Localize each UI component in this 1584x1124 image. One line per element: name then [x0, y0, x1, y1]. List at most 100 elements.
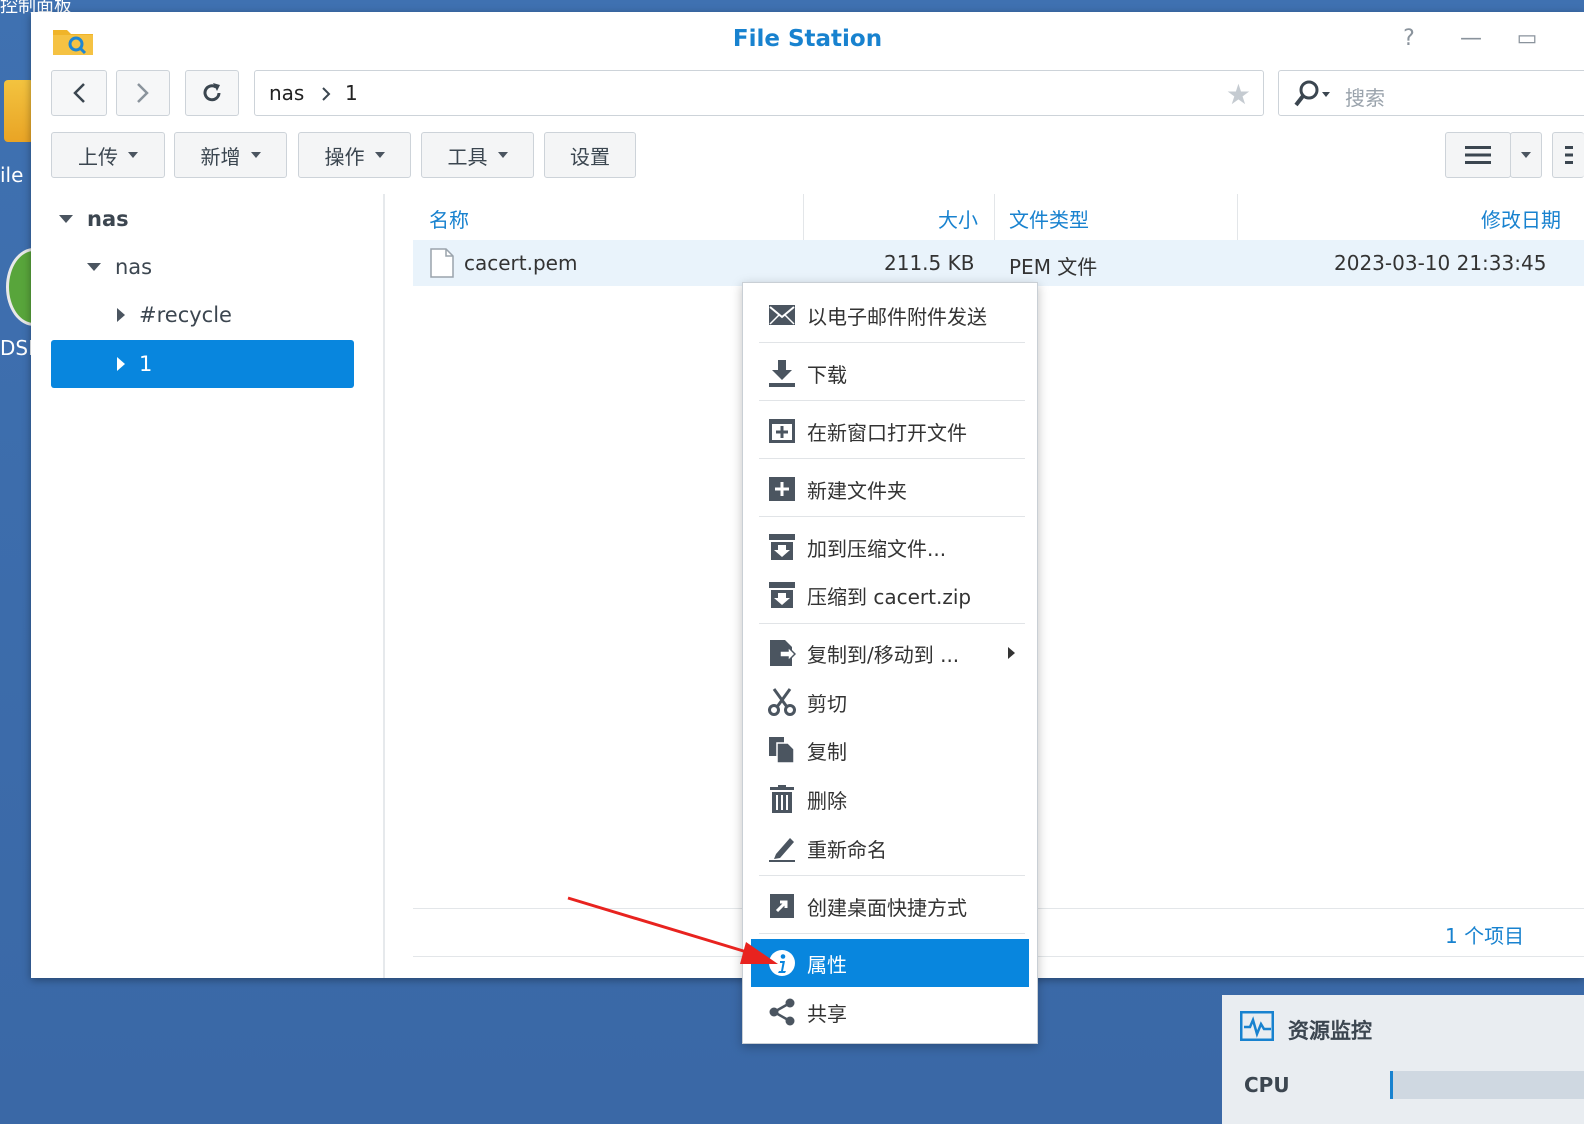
forward-button[interactable]	[116, 70, 170, 116]
cell-type: PEM 文件	[1009, 255, 1098, 279]
breadcrumb-segment[interactable]: 1	[345, 81, 358, 105]
caret-down-icon	[1521, 152, 1531, 158]
window-titlebar[interactable]: File Station ? — ▭	[31, 12, 1584, 66]
action-button[interactable]: 操作	[298, 132, 411, 178]
menu-item-open-new-window[interactable]: 在新窗口打开文件	[751, 407, 1029, 455]
more-options-button[interactable]	[1552, 132, 1584, 178]
menu-item-new-folder[interactable]: 新建文件夹	[751, 465, 1029, 513]
menu-item-cut[interactable]: 剪切	[751, 678, 1029, 726]
create-button[interactable]: 新增	[174, 132, 287, 178]
star-icon[interactable]: ★	[1226, 78, 1251, 111]
tree-selection-highlight	[51, 340, 354, 388]
menu-separator	[759, 342, 1025, 343]
tree-item-label: 1	[139, 352, 153, 376]
menu-item-copy-move[interactable]: 复制到/移动到 ...	[751, 629, 1029, 677]
tree-item-1[interactable]: 1	[117, 340, 152, 388]
search-input[interactable]: 搜索	[1278, 70, 1584, 116]
breadcrumb-segment[interactable]: nas	[269, 81, 304, 105]
minimize-button[interactable]: —	[1457, 26, 1485, 54]
menu-item-label: 复制	[807, 739, 847, 764]
refresh-button[interactable]	[185, 70, 239, 116]
archive-icon	[767, 580, 797, 610]
menu-separator	[759, 623, 1025, 624]
upload-label: 上传	[78, 144, 118, 169]
menu-item-share[interactable]: 共享	[751, 988, 1029, 1036]
pencil-icon	[767, 833, 797, 863]
window-title: File Station	[732, 26, 883, 52]
column-header-type[interactable]: 文件类型	[1009, 204, 1089, 233]
tree-item-label: #recycle	[139, 303, 232, 327]
download-icon	[767, 358, 797, 388]
resource-monitor-widget[interactable]: 资源监控 CPU	[1222, 995, 1584, 1124]
column-header-name[interactable]: 名称	[429, 204, 469, 233]
column-header-modified[interactable]: 修改日期	[1481, 204, 1561, 233]
menu-item-label: 加到压缩文件...	[807, 536, 947, 561]
view-options-dropdown[interactable]	[1510, 132, 1542, 178]
submenu-arrow-icon	[1008, 647, 1015, 659]
menu-item-label: 共享	[807, 1001, 847, 1026]
help-button[interactable]: ?	[1395, 26, 1423, 54]
table-row[interactable]: cacert.pem 211.5 KB PEM 文件 2023-03-10 21…	[413, 240, 1584, 286]
maximize-button[interactable]: ▭	[1513, 26, 1541, 54]
share-icon	[767, 997, 797, 1027]
action-label: 操作	[324, 144, 365, 169]
expanded-caret-icon[interactable]	[59, 215, 73, 223]
tree-item-root[interactable]: nas	[59, 195, 129, 243]
create-label: 新增	[200, 144, 241, 169]
cell-name: cacert.pem	[464, 251, 578, 275]
upload-button[interactable]: 上传	[51, 132, 165, 178]
cpu-usage-bar	[1390, 1071, 1584, 1099]
back-button[interactable]	[51, 70, 107, 116]
menu-item-rename[interactable]: 重新命名	[751, 824, 1029, 872]
menu-item-compress-zip[interactable]: 压缩到 cacert.zip	[751, 571, 1029, 619]
menu-item-download[interactable]: 下载	[751, 349, 1029, 397]
open-window-icon	[767, 416, 797, 446]
new-folder-icon	[767, 474, 797, 504]
scissors-icon	[767, 687, 797, 717]
menu-item-copy[interactable]: 复制	[751, 726, 1029, 774]
list-view-icon	[1465, 146, 1491, 164]
copy-icon	[767, 735, 797, 765]
tree-divider[interactable]	[383, 194, 385, 978]
caret-down-icon	[128, 152, 138, 158]
caret-down-icon	[250, 152, 261, 158]
chevron-right-icon	[322, 87, 331, 101]
column-separator[interactable]	[994, 194, 995, 240]
tree-item-recycle[interactable]: #recycle	[117, 291, 232, 339]
search-placeholder: 搜索	[1345, 86, 1385, 110]
cell-modified: 2023-03-10 21:33:45	[1334, 251, 1547, 275]
trash-icon	[767, 784, 797, 814]
chevron-left-icon	[73, 83, 85, 103]
path-bar[interactable]: nas 1 ★	[254, 70, 1264, 116]
caret-down-icon	[374, 152, 385, 158]
collapsed-caret-icon[interactable]	[117, 357, 125, 371]
copy-move-icon	[767, 638, 797, 668]
menu-item-label: 压缩到 cacert.zip	[807, 584, 972, 609]
menu-item-email[interactable]: 以电子邮件附件发送	[751, 291, 1029, 339]
tree-item-share[interactable]: nas	[87, 243, 152, 291]
desktop-icon-label[interactable]: DSI	[0, 336, 34, 360]
desktop-folder-icon[interactable]	[4, 80, 34, 142]
mail-icon	[767, 300, 797, 330]
search-icon[interactable]	[1293, 80, 1333, 108]
refresh-icon	[203, 83, 221, 102]
column-header-size[interactable]: 大小	[938, 204, 978, 233]
menu-item-add-archive[interactable]: 加到压缩文件...	[751, 523, 1029, 571]
cpu-label: CPU	[1244, 1073, 1290, 1097]
column-separator[interactable]	[803, 194, 804, 240]
view-list-button[interactable]	[1445, 132, 1511, 178]
tools-button[interactable]: 工具	[421, 132, 534, 178]
tools-label: 工具	[447, 144, 488, 169]
list-view-icon	[1564, 146, 1573, 164]
menu-item-label: 属性	[807, 952, 847, 977]
file-list-header: 名称 大小 文件类型 修改日期	[413, 194, 1584, 241]
menu-item-delete[interactable]: 删除	[751, 775, 1029, 823]
cell-size: 211.5 KB	[884, 251, 975, 275]
column-separator[interactable]	[1237, 194, 1238, 240]
tree-item-label: nas	[115, 255, 153, 279]
settings-button[interactable]: 设置	[544, 132, 636, 178]
chevron-right-icon	[137, 83, 149, 103]
menu-item-label: 新建文件夹	[807, 478, 907, 503]
expanded-caret-icon[interactable]	[87, 263, 101, 271]
collapsed-caret-icon[interactable]	[117, 308, 125, 322]
